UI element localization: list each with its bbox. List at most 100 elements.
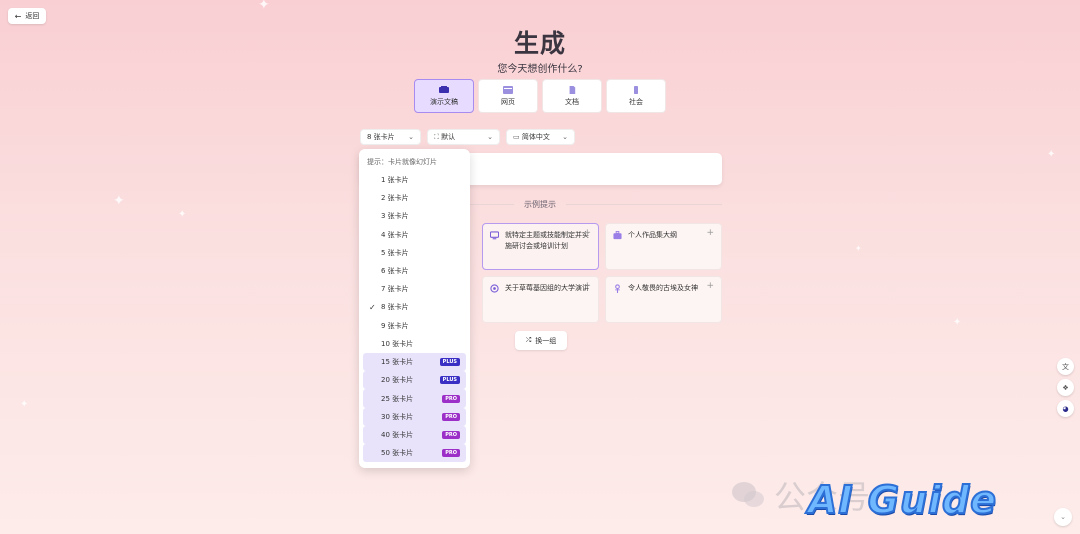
dropdown-item-label: 1 张卡片 — [381, 176, 409, 185]
plan-badge: PRO — [442, 394, 460, 403]
back-label: 返回 — [25, 12, 40, 20]
language-select[interactable]: ▭ 简体中文 ⌄ — [506, 129, 575, 145]
page-title: 生成 — [513, 29, 566, 58]
dropdown-item[interactable]: 9 张卡片 — [363, 317, 466, 335]
plan-badge: PLUS — [439, 357, 460, 366]
example-card-text: 令人敬畏的古埃及女神 — [628, 284, 698, 292]
briefcase-icon — [613, 231, 622, 240]
side-toolbar: 文 ❖ ◕ — [1057, 358, 1074, 417]
ankh-icon — [615, 284, 620, 293]
plus-icon: + — [706, 281, 714, 291]
example-card-text: 个人作品集大纲 — [628, 231, 677, 239]
chevron-down-icon: ⌄ — [408, 133, 414, 141]
sparkle-decoration: ✦ — [855, 244, 862, 253]
dropdown-item[interactable]: ✓ 8 张卡片 — [363, 298, 466, 316]
dropdown-item-label: 10 张卡片 — [381, 339, 414, 348]
presentation-icon — [439, 85, 449, 93]
example-card[interactable]: 令人敬畏的古埃及女神 + — [605, 276, 722, 323]
example-card[interactable]: 个人作品集大纲 + — [605, 223, 722, 270]
dropdown-item[interactable]: 2 张卡片 — [363, 189, 466, 207]
dropdown-item[interactable]: 40 张卡片 PRO — [363, 426, 466, 445]
plan-badge: PRO — [442, 431, 460, 440]
tab-document[interactable]: 文档 — [542, 79, 602, 113]
dropdown-item[interactable]: 5 张卡片 — [363, 244, 466, 262]
tab-webpage[interactable]: 网页 — [478, 79, 538, 113]
plan-badge: PRO — [442, 449, 460, 458]
dropdown-item[interactable]: 50 张卡片 PRO — [363, 444, 466, 463]
dropdown-item-label: 7 张卡片 — [381, 285, 409, 294]
assistant-icon[interactable]: ◕ — [1057, 400, 1074, 417]
example-card[interactable]: 关于草莓基因组的大学演讲 + — [482, 276, 599, 323]
sparkle-decoration: ✦ — [1047, 149, 1056, 160]
language-value: 简体中文 — [521, 133, 550, 141]
dropdown-item-label: 2 张卡片 — [381, 194, 409, 203]
theme-value-wrap: ⛶ 默认 — [434, 132, 455, 142]
apps-icon[interactable]: ❖ — [1057, 379, 1074, 396]
tab-label: 网页 — [501, 97, 515, 106]
generation-options: 8 张卡片 ⌄ ⛶ 默认 ⌄ ▭ 简体中文 ⌄ — [360, 129, 575, 145]
card-count-dropdown: 提示：卡片就像幻灯片 1 张卡片 2 张卡片 3 张卡片 4 张卡片 5 张卡片 6 张卡… — [359, 149, 470, 468]
dropdown-item[interactable]: 4 张卡片 — [363, 226, 466, 244]
dropdown-item-label: 9 张卡片 — [381, 321, 409, 330]
tab-label: 演示文稿 — [430, 97, 458, 106]
dropdown-item[interactable]: 1 张卡片 — [363, 171, 466, 189]
dropdown-item-label: 50 张卡片 — [381, 449, 414, 458]
dropdown-item-label: 8 张卡片 — [381, 303, 409, 312]
card-count-value: 8 张卡片 — [367, 133, 395, 141]
target-icon — [490, 284, 499, 293]
theme-value: 默认 — [441, 133, 456, 141]
sparkle-decoration: ✦ — [20, 399, 29, 410]
dropdown-item-label: 25 张卡片 — [381, 394, 414, 403]
sparkle-decoration: ✦ — [178, 209, 187, 220]
check-icon: ✓ — [369, 302, 376, 312]
tab-label: 社会 — [629, 97, 643, 106]
dropdown-item[interactable]: 15 张卡片 PLUS — [363, 352, 466, 372]
page-subtitle: 您今天想创作什么? — [497, 64, 583, 75]
dropdown-item-label: 40 张卡片 — [381, 431, 414, 440]
dropdown-item[interactable]: 25 张卡片 PRO — [363, 389, 466, 408]
example-card-text: 就特定主题或技能制定并实施研讨会或培训计划 — [505, 231, 589, 250]
shuffle-label: 换一组 — [535, 336, 557, 345]
dropdown-item[interactable]: 3 张卡片 — [363, 207, 466, 225]
language-icon: ▭ — [513, 133, 522, 141]
back-button[interactable]: ← 返回 — [8, 8, 46, 24]
dropdown-item[interactable]: 20 张卡片 PLUS — [363, 371, 466, 390]
dropdown-item-label: 5 张卡片 — [381, 248, 409, 257]
shuffle-button[interactable]: ⤮ 换一组 — [515, 331, 567, 350]
wechat-icon — [732, 482, 764, 507]
plus-icon: + — [583, 281, 591, 291]
theme-select[interactable]: ⛶ 默认 ⌄ — [427, 129, 500, 145]
dropdown-hint: 提示：卡片就像幻灯片 — [367, 158, 437, 166]
plus-icon: + — [706, 228, 714, 238]
dropdown-item[interactable]: 7 张卡片 — [363, 280, 466, 298]
tab-presentation[interactable]: 演示文稿 — [414, 79, 474, 113]
document-icon — [569, 85, 576, 94]
dropdown-item-label: 20 张卡片 — [381, 376, 414, 385]
watermark-logo: AI Guide — [807, 477, 998, 523]
dropdown-item-label: 4 张卡片 — [381, 230, 409, 239]
mode-tabs: 演示文稿 网页 文档 社会 — [414, 79, 666, 113]
chevron-down-icon: ⌄ — [487, 133, 493, 141]
webpage-icon — [503, 85, 513, 94]
tab-social[interactable]: 社会 — [606, 79, 666, 113]
shuffle-icon: ⤮ — [525, 336, 532, 344]
example-card-text: 关于草莓基因组的大学演讲 — [505, 284, 589, 292]
card-count-select[interactable]: 8 张卡片 ⌄ — [360, 129, 421, 145]
tab-label: 文档 — [565, 97, 579, 106]
chevron-down-icon[interactable]: ⌄ — [1054, 508, 1072, 526]
plan-badge: PRO — [442, 412, 460, 421]
example-card[interactable]: 就特定主题或技能制定并实施研讨会或培训计划 + — [482, 223, 599, 270]
dropdown-list: 1 张卡片 2 张卡片 3 张卡片 4 张卡片 5 张卡片 6 张卡片 7 张卡片 ✓ 8 张卡… — [359, 171, 470, 463]
social-icon — [634, 85, 638, 94]
plus-icon: + — [583, 228, 591, 238]
plan-badge: PLUS — [439, 376, 460, 385]
divider — [566, 204, 722, 205]
dropdown-item[interactable]: 10 张卡片 — [363, 335, 466, 353]
dropdown-item[interactable]: 30 张卡片 PRO — [363, 407, 466, 426]
dropdown-item-label: 15 张卡片 — [381, 357, 414, 366]
dropdown-item-label: 6 张卡片 — [381, 267, 409, 276]
arrow-left-icon: ← — [14, 11, 22, 21]
dropdown-item[interactable]: 6 张卡片 — [363, 262, 466, 280]
translate-icon[interactable]: 文 — [1057, 358, 1074, 375]
examples-label: 示例提示 — [524, 200, 556, 209]
